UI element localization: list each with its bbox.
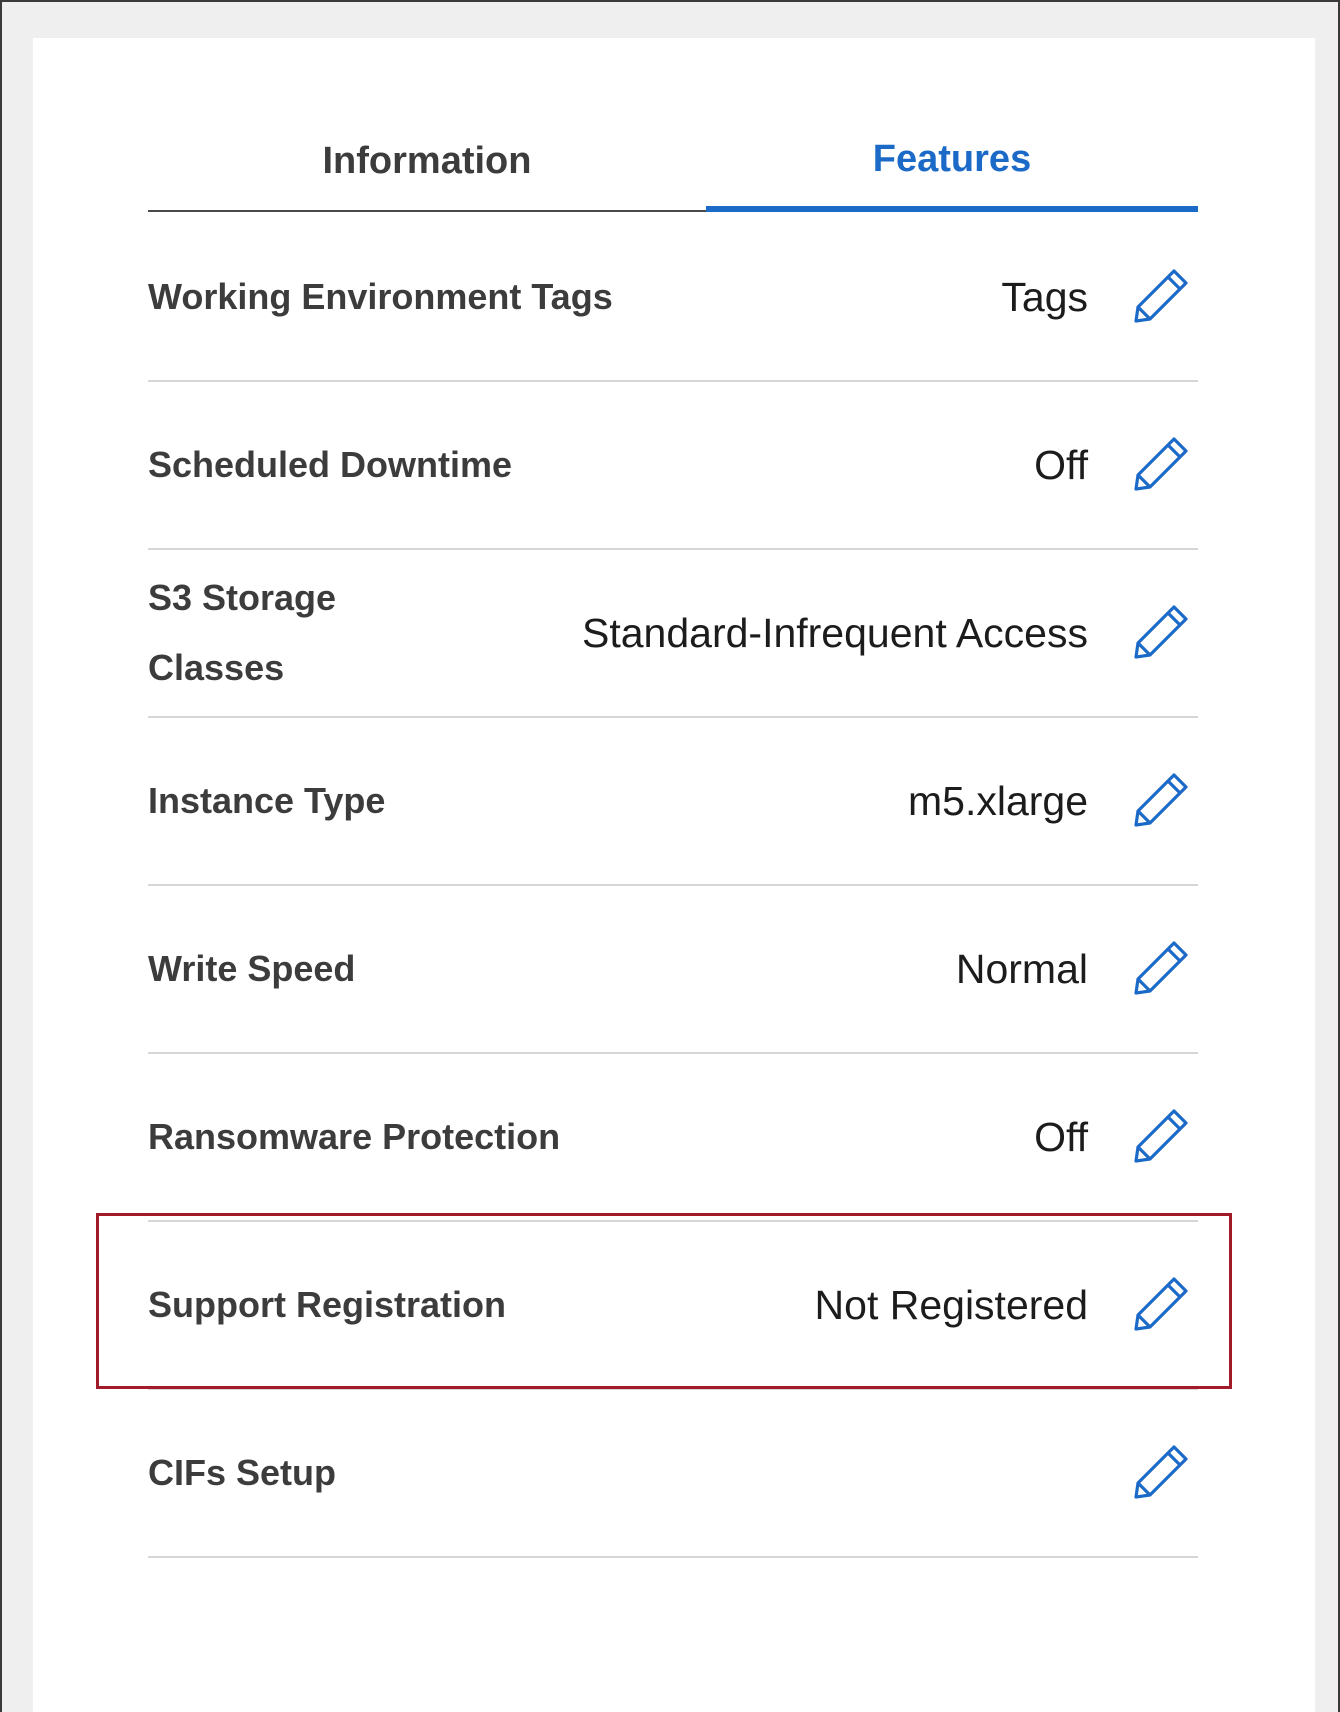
- row-label: CIFs Setup: [148, 1452, 337, 1493]
- row-value: Not Registered: [814, 1281, 1088, 1328]
- edit-tags-button[interactable]: [1124, 259, 1198, 333]
- row-value: Off: [1034, 441, 1088, 488]
- edit-cifs-setup-button[interactable]: [1124, 1435, 1198, 1509]
- row-label: Scheduled Downtime: [148, 444, 513, 485]
- row-label: Write Speed: [148, 948, 356, 989]
- pencil-icon: [1134, 1277, 1188, 1331]
- row-value: Off: [1034, 1113, 1088, 1160]
- row-cifs-setup: CIFs Setup: [148, 1390, 1198, 1558]
- tab-features[interactable]: Features: [706, 128, 1198, 212]
- row-label: Ransomware Protection: [148, 1116, 561, 1157]
- feature-list: Working Environment Tags Tags Scheduled …: [148, 214, 1198, 1558]
- row-working-environment-tags: Working Environment Tags Tags: [148, 214, 1198, 382]
- row-value: Standard-Infrequent Access: [582, 609, 1088, 656]
- tab-features-label: Features: [872, 137, 1032, 180]
- pencil-icon: [1134, 1445, 1188, 1499]
- tab-bar: Information Features: [148, 128, 1198, 214]
- pencil-icon: [1134, 773, 1188, 827]
- row-ransomware-protection: Ransomware Protection Off: [148, 1054, 1198, 1222]
- pencil-icon: [1134, 269, 1188, 323]
- pencil-icon: [1134, 1109, 1188, 1163]
- edit-scheduled-downtime-button[interactable]: [1124, 427, 1198, 501]
- row-label: S3 Storage Classes: [148, 577, 337, 688]
- row-value: m5.xlarge: [907, 777, 1088, 824]
- edit-s3-storage-classes-button[interactable]: [1124, 595, 1198, 669]
- pencil-icon: [1134, 605, 1188, 659]
- row-label: Support Registration: [148, 1284, 506, 1325]
- edit-support-registration-button[interactable]: [1124, 1267, 1198, 1341]
- row-s3-storage-classes: S3 Storage Classes Standard-Infrequent A…: [148, 550, 1198, 718]
- row-write-speed: Write Speed Normal: [148, 886, 1198, 1054]
- edit-write-speed-button[interactable]: [1124, 931, 1198, 1005]
- row-label: Working Environment Tags: [148, 276, 613, 317]
- row-value: Tags: [1001, 273, 1088, 320]
- tab-information[interactable]: Information: [148, 128, 706, 212]
- row-support-registration: Support Registration Not Registered: [148, 1222, 1198, 1390]
- edit-instance-type-button[interactable]: [1124, 763, 1198, 837]
- pencil-icon: [1134, 437, 1188, 491]
- row-scheduled-downtime: Scheduled Downtime Off: [148, 382, 1198, 550]
- row-label: Instance Type: [148, 780, 386, 821]
- row-instance-type: Instance Type m5.xlarge: [148, 718, 1198, 886]
- pencil-icon: [1134, 941, 1188, 995]
- edit-ransomware-protection-button[interactable]: [1124, 1099, 1198, 1173]
- row-value: Normal: [955, 945, 1088, 992]
- tab-information-label: Information: [322, 139, 532, 182]
